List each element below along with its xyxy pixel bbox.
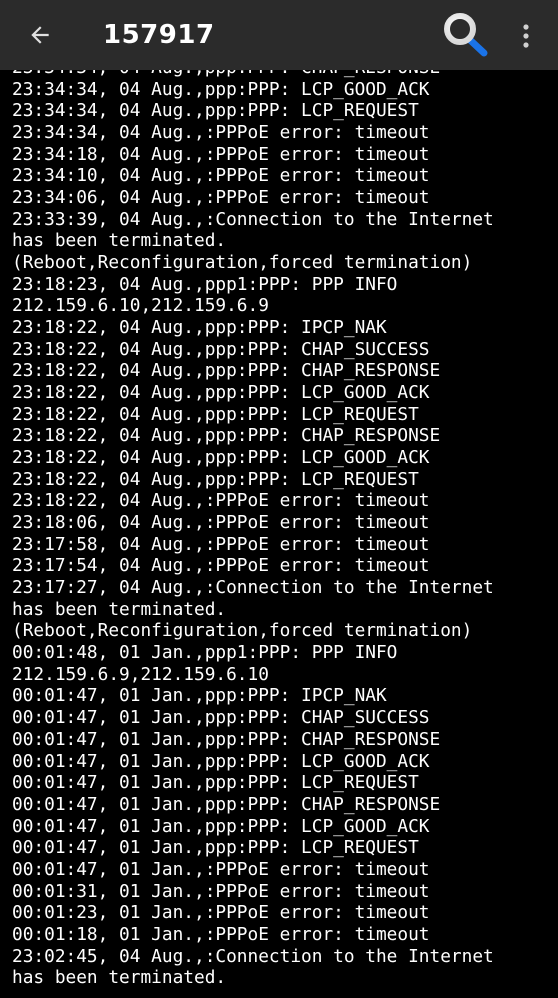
log-line: 00:01:47, 01 Jan.,ppp:PPP: LCP_GOOD_ACK [12, 815, 430, 837]
arrow-back-icon [31, 26, 49, 44]
log-line: has been terminated. [12, 598, 227, 620]
log-line: 23:34:34, 04 Aug.,ppp:PPP: LCP_REQUEST [12, 100, 419, 122]
log-line: (Reboot,Reconfiguration,forced terminati… [12, 620, 473, 642]
log-line: 23:18:22, 04 Aug.,ppp:PPP: LCP_GOOD_ACK [12, 382, 430, 404]
log-line: 00:01:47, 01 Jan.,ppp:PPP: CHAP_RESPONSE [12, 793, 441, 815]
log-line: 23:18:22, 04 Aug.,ppp:PPP: IPCP_NAK [12, 317, 387, 339]
log-line: 00:01:47, 01 Jan.,:PPPoE error: timeout [12, 858, 430, 880]
log-line: 00:01:47, 01 Jan.,ppp:PPP: LCP_REQUEST [12, 772, 419, 794]
log-line: (Reboot,Reconfiguration,forced terminati… [12, 252, 473, 274]
log-line: 212.159.6.10,212.159.6.9 [12, 295, 269, 317]
log-line: 23:34:34, 04 Aug.,ppp:PPP: LCP_GOOD_ACK [12, 78, 430, 100]
log-line: 23:18:22, 04 Aug.,ppp:PPP: LCP_REQUEST [12, 403, 419, 425]
log-line: 23:17:58, 04 Aug.,:PPPoE error: timeout [12, 533, 430, 555]
log-line: 00:01:48, 01 Jan.,ppp1:PPP: PPP INFO [12, 642, 398, 664]
back-button[interactable] [18, 13, 62, 57]
app-bar: 157917 [0, 0, 558, 70]
search-icon [444, 13, 488, 57]
log-line: 23:34:34, 04 Aug.,ppp:PPP: CHAP_RESPONSE [12, 70, 552, 79]
log-line: 23:18:22, 04 Aug.,ppp:PPP: LCP_GOOD_ACK [12, 447, 430, 469]
log-line: 00:01:47, 01 Jan.,ppp:PPP: LCP_REQUEST [12, 837, 419, 859]
log-line: 00:01:47, 01 Jan.,ppp:PPP: CHAP_RESPONSE [12, 728, 441, 750]
log-line: 00:01:18, 01 Jan.,:PPPoE error: timeout [12, 923, 430, 945]
log-line: 23:17:27, 04 Aug.,:Connection to the Int… [12, 577, 494, 599]
log-line: 23:34:34, 04 Aug.,:PPPoE error: timeout [12, 122, 430, 144]
log-line: 23:18:22, 04 Aug.,ppp:PPP: CHAP_RESPONSE [12, 360, 441, 382]
log-line: 23:18:22, 04 Aug.,:PPPoE error: timeout [12, 490, 430, 512]
log-line: 23:18:06, 04 Aug.,:PPPoE error: timeout [12, 512, 430, 534]
log-line: 23:33:39, 04 Aug.,:Connection to the Int… [12, 208, 494, 230]
log-line: 00:01:47, 01 Jan.,ppp:PPP: CHAP_SUCCESS [12, 707, 430, 729]
log-line: 23:18:22, 04 Aug.,ppp:PPP: CHAP_RESPONSE [12, 425, 441, 447]
log-line: 23:18:22, 04 Aug.,ppp:PPP: CHAP_SUCCESS [12, 338, 430, 360]
more-vert-icon [523, 24, 529, 48]
log-line: 23:34:18, 04 Aug.,:PPPoE error: timeout [12, 143, 430, 165]
search-button[interactable] [440, 10, 494, 62]
log-line: 00:01:23, 01 Jan.,:PPPoE error: timeout [12, 902, 430, 924]
more-options-button[interactable] [508, 14, 544, 58]
log-line: 00:01:47, 01 Jan.,ppp:PPP: IPCP_NAK [12, 685, 387, 707]
log-line: has been terminated. [12, 230, 227, 252]
log-scroll-area[interactable]: 23:34:34, 04 Aug.,ppp:PPP: CHAP_RESPONSE… [0, 70, 558, 998]
log-line: 00:01:47, 01 Jan.,ppp:PPP: LCP_GOOD_ACK [12, 750, 430, 772]
log-line: 23:02:45, 04 Aug.,:Connection to the Int… [12, 945, 494, 967]
log-line: 23:17:54, 04 Aug.,:PPPoE error: timeout [12, 555, 430, 577]
log-content: 23:34:34, 04 Aug.,ppp:PPP: CHAP_RESPONSE… [12, 70, 552, 989]
log-line: 23:34:06, 04 Aug.,:PPPoE error: timeout [12, 187, 430, 209]
log-line: 23:34:10, 04 Aug.,:PPPoE error: timeout [12, 165, 430, 187]
log-line: 23:18:22, 04 Aug.,ppp:PPP: LCP_REQUEST [12, 468, 419, 490]
log-line: 23:18:23, 04 Aug.,ppp1:PPP: PPP INFO [12, 273, 398, 295]
page-title: 157917 [103, 20, 215, 50]
log-line: has been terminated. [12, 967, 227, 989]
log-line: 00:01:31, 01 Jan.,:PPPoE error: timeout [12, 880, 430, 902]
log-line: 212.159.6.9,212.159.6.10 [12, 663, 269, 685]
